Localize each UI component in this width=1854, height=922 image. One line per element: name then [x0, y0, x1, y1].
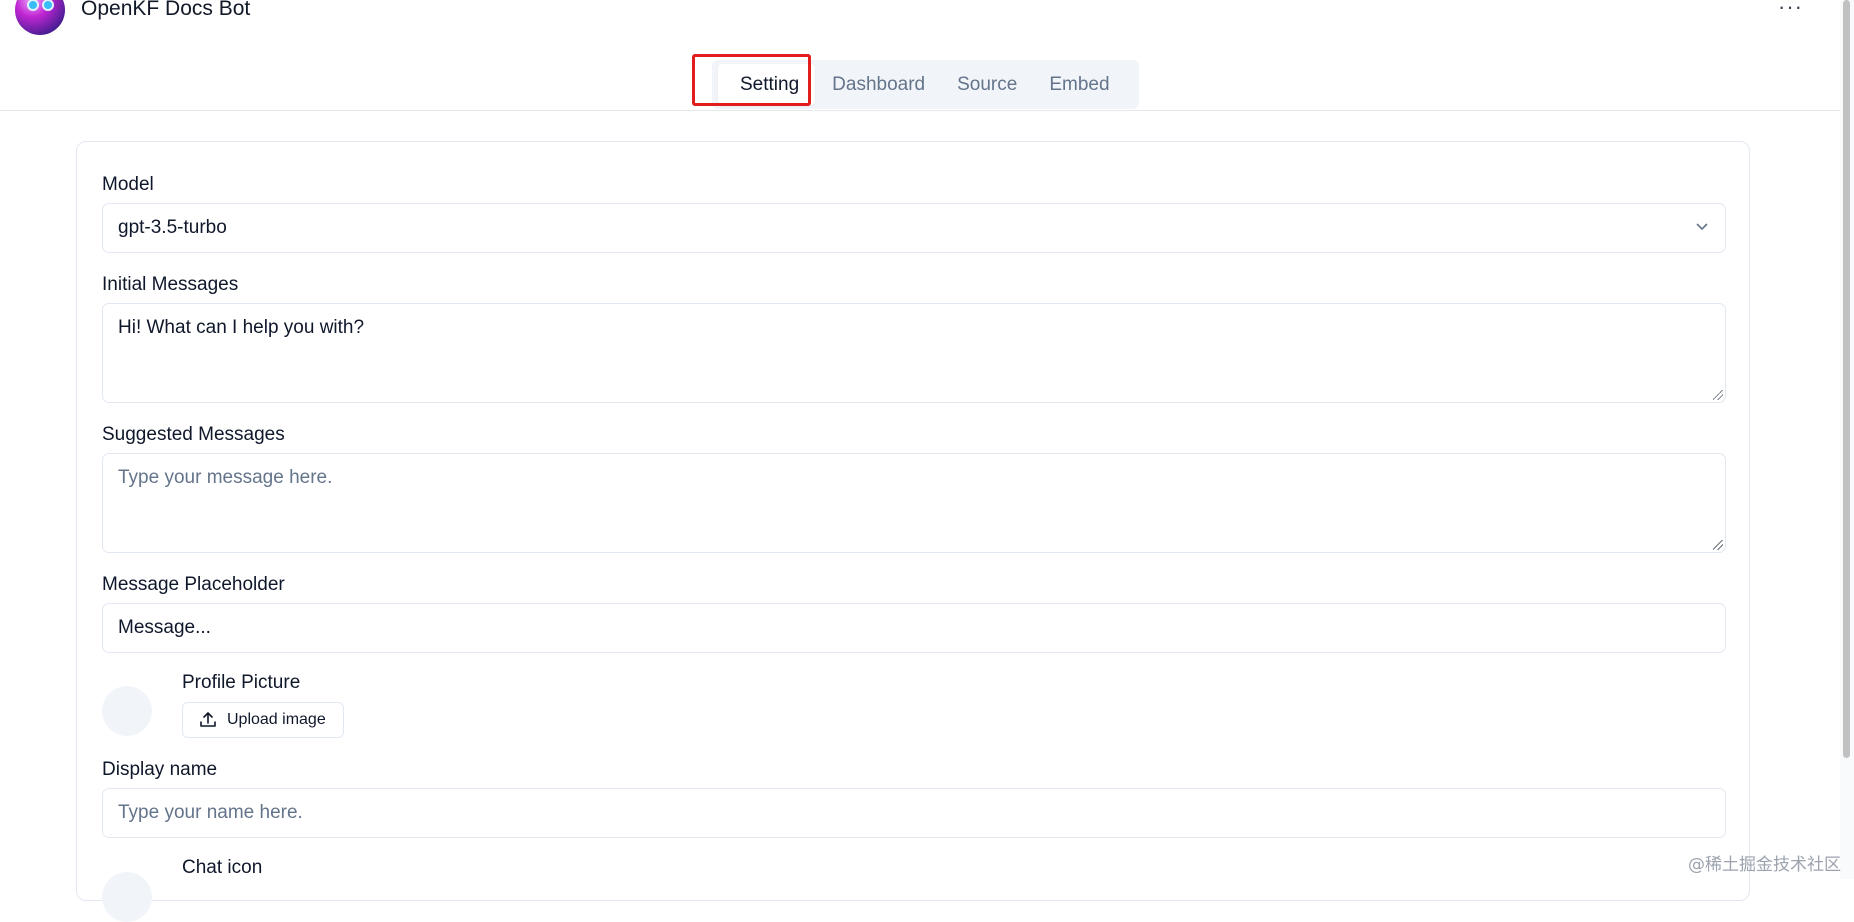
initial-messages-value: Hi! What can I help you with?: [118, 317, 365, 338]
more-options-icon[interactable]: ···: [1778, 0, 1803, 20]
profile-picture-preview: [102, 686, 152, 736]
bot-avatar: [15, 0, 65, 35]
chevron-down-icon: [1696, 223, 1708, 231]
tab-setting[interactable]: Setting: [718, 64, 816, 105]
tab-embed[interactable]: Embed: [1034, 64, 1124, 105]
model-label: Model: [102, 174, 154, 195]
tab-dashboard[interactable]: Dashboard: [817, 64, 940, 105]
model-select[interactable]: gpt-3.5-turbo: [102, 203, 1726, 253]
bot-title: OpenKF Docs Bot: [81, 0, 251, 20]
message-placeholder-label: Message Placeholder: [102, 574, 285, 595]
initial-messages-label: Initial Messages: [102, 274, 239, 295]
resize-handle-icon[interactable]: [1713, 540, 1723, 550]
upload-image-button[interactable]: Upload image: [182, 702, 344, 738]
app-header: OpenKF Docs Bot ··· Setting Dashboard So…: [0, 0, 1840, 111]
message-placeholder-value: Message...: [118, 617, 211, 638]
display-name-label: Display name: [102, 759, 218, 780]
resize-handle-icon[interactable]: [1713, 390, 1723, 400]
initial-messages-textarea[interactable]: Hi! What can I help you with?: [102, 303, 1726, 403]
chat-icon-label: Chat icon: [182, 857, 263, 878]
scrollbar[interactable]: [1840, 0, 1854, 879]
tab-source[interactable]: Source: [942, 64, 1032, 105]
suggested-messages-label: Suggested Messages: [102, 424, 285, 445]
chat-icon-preview: [102, 872, 152, 922]
message-placeholder-input[interactable]: Message...: [102, 603, 1726, 653]
model-select-value: gpt-3.5-turbo: [118, 217, 227, 238]
upload-icon: [200, 712, 216, 727]
profile-picture-label: Profile Picture: [182, 672, 301, 693]
scrollbar-thumb[interactable]: [1843, 0, 1850, 758]
tab-bar: Setting Dashboard Source Embed: [712, 60, 1139, 109]
settings-card: Model gpt-3.5-turbo Initial Messages Hi!…: [76, 141, 1750, 922]
suggested-messages-placeholder: Type your message here.: [118, 467, 333, 488]
display-name-placeholder: Type your name here.: [118, 802, 303, 823]
suggested-messages-textarea[interactable]: Type your message here.: [102, 453, 1726, 553]
upload-image-label: Upload image: [227, 711, 326, 728]
display-name-input[interactable]: Type your name here.: [102, 788, 1726, 838]
watermark: @稀土掘金技术社区: [1688, 855, 1841, 875]
